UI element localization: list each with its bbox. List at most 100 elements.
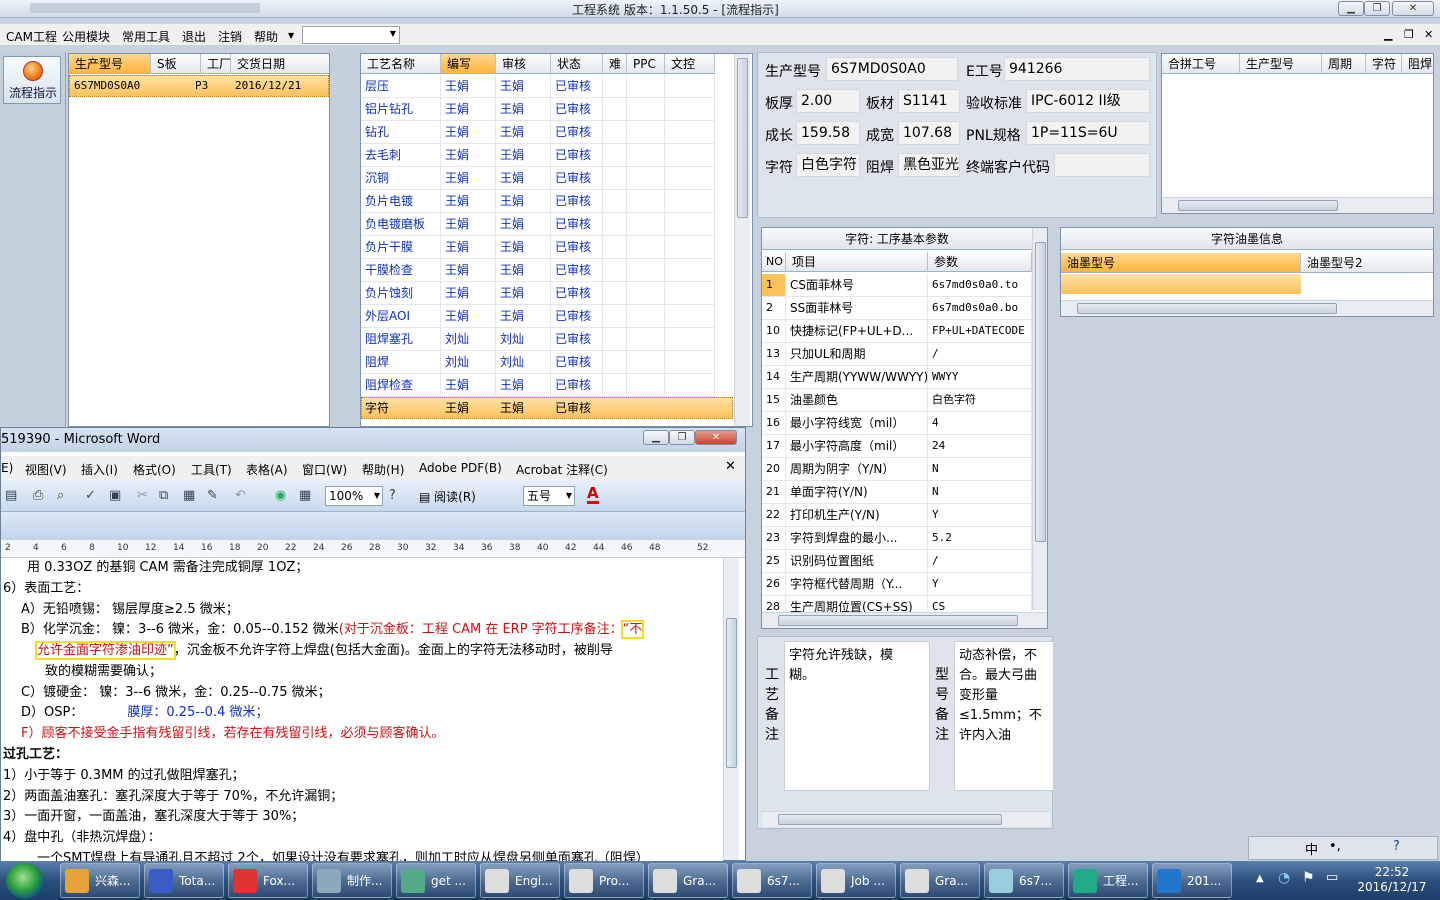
process-remark-text[interactable]: 字符允许残缺，模糊。 xyxy=(784,641,930,791)
process-cell[interactable] xyxy=(603,259,627,282)
col-header-merge-no[interactable]: 合拼工号 xyxy=(1162,54,1240,74)
mask-field[interactable]: 黑色亚光 xyxy=(898,153,960,177)
table-row[interactable] xyxy=(1061,274,1301,294)
process-cell[interactable] xyxy=(665,190,715,213)
col-header-process-1[interactable]: 编写 xyxy=(441,54,496,74)
process-cell[interactable] xyxy=(603,351,627,374)
scrollbar[interactable] xyxy=(1061,300,1433,316)
param-cell[interactable]: 6s7md0s0a0.to xyxy=(928,274,1032,297)
process-cell[interactable]: 王娟 xyxy=(496,75,551,98)
process-cell[interactable]: 阻焊塞孔 xyxy=(361,328,441,351)
process-cell[interactable]: 王娟 xyxy=(496,259,551,282)
param-cell[interactable]: 字符到焊盘的最小... xyxy=(786,527,928,550)
process-cell[interactable] xyxy=(627,351,665,374)
process-cell[interactable]: 负片电镀 xyxy=(361,190,441,213)
taskbar-button[interactable]: Pro... xyxy=(564,863,644,898)
menu-logout[interactable]: 注销 xyxy=(218,28,242,45)
model-field[interactable]: 6S7MD0S0A0 xyxy=(826,57,958,81)
param-cell[interactable]: 油墨颜色 xyxy=(786,389,928,412)
process-cell[interactable] xyxy=(627,121,665,144)
process-cell[interactable] xyxy=(627,397,665,420)
format-painter-icon[interactable]: ✎ xyxy=(207,488,218,503)
col-header-item[interactable]: 项目 xyxy=(786,252,928,272)
scrollbar[interactable] xyxy=(1162,197,1433,213)
param-cell[interactable]: Y xyxy=(928,504,1032,527)
param-cell[interactable]: 最小字符高度（mil） xyxy=(786,435,928,458)
tray-arrow-icon[interactable]: ▲ xyxy=(1256,873,1264,884)
toolbar-combo[interactable]: ▼ xyxy=(302,26,400,44)
param-cell[interactable]: 单面字符(Y/N) xyxy=(786,481,928,504)
word-menu-view[interactable]: 视图(V) xyxy=(25,461,67,478)
paste-icon[interactable]: ▦ xyxy=(183,488,195,503)
col-header-param[interactable]: 参数 xyxy=(928,252,1032,272)
preview-icon[interactable]: ⌕ xyxy=(57,488,64,503)
process-cell[interactable]: 王娟 xyxy=(441,305,496,328)
col-header-process-6[interactable]: 文控 xyxy=(665,54,715,74)
process-cell[interactable]: 已审核 xyxy=(551,351,603,374)
taskbar-button[interactable]: 6s7... xyxy=(984,863,1064,898)
process-cell[interactable] xyxy=(603,213,627,236)
col-header-model[interactable]: 生产型号 xyxy=(69,54,151,74)
process-cell[interactable]: 铝片钻孔 xyxy=(361,98,441,121)
process-cell[interactable]: 层压 xyxy=(361,75,441,98)
param-cell[interactable]: 24 xyxy=(928,435,1032,458)
param-cell[interactable]: 识别码位置图纸 xyxy=(786,550,928,573)
mdi-close-icon[interactable]: ✕ xyxy=(1424,28,1433,41)
process-cell[interactable]: 阻焊 xyxy=(361,351,441,374)
document-body[interactable]: 用 0.33OZ 的基铜 CAM 需备注完成铜厚 1OZ； 6）表面工艺： A）… xyxy=(1,558,723,862)
param-cell[interactable]: 只加UL和周期 xyxy=(786,343,928,366)
process-cell[interactable] xyxy=(603,190,627,213)
process-cell[interactable]: 已审核 xyxy=(551,236,603,259)
param-cell[interactable]: N xyxy=(928,458,1032,481)
process-cell[interactable]: 已审核 xyxy=(551,190,603,213)
param-cell[interactable]: 周期为阴字（Y/N） xyxy=(786,458,928,481)
scrollbar[interactable] xyxy=(734,54,750,426)
process-cell[interactable] xyxy=(665,121,715,144)
process-cell[interactable]: 王娟 xyxy=(496,305,551,328)
param-cell[interactable]: CS面菲林号 xyxy=(786,274,928,297)
len-field[interactable]: 159.58 xyxy=(796,121,860,145)
process-cell[interactable]: 已审核 xyxy=(551,305,603,328)
char-field[interactable]: 白色字符 xyxy=(796,153,860,177)
process-cell[interactable] xyxy=(627,282,665,305)
process-cell[interactable]: 王娟 xyxy=(496,374,551,397)
process-cell[interactable] xyxy=(665,236,715,259)
word-minimize-button[interactable]: ▁ xyxy=(643,430,669,445)
splitter[interactable] xyxy=(330,53,360,427)
mat-field[interactable]: S1141 xyxy=(898,89,960,113)
process-cell[interactable] xyxy=(627,213,665,236)
process-cell[interactable]: 刘灿 xyxy=(441,351,496,374)
process-cell[interactable]: 王娟 xyxy=(496,144,551,167)
process-cell[interactable]: 已审核 xyxy=(551,121,603,144)
param-cell[interactable]: 10 xyxy=(762,320,786,343)
taskbar-button[interactable]: 兴森... xyxy=(60,863,140,898)
param-cell[interactable]: 25 xyxy=(762,550,786,573)
param-cell[interactable]: 13 xyxy=(762,343,786,366)
process-cell[interactable] xyxy=(603,236,627,259)
help-icon[interactable]: ? xyxy=(389,488,396,503)
process-cell[interactable]: 王娟 xyxy=(496,190,551,213)
word-menu-adobe-pdf[interactable]: Adobe PDF(B) xyxy=(419,461,502,475)
menu-common-module[interactable]: 公用模块 xyxy=(62,28,110,45)
process-cell[interactable]: 已审核 xyxy=(551,397,603,420)
param-cell[interactable]: FP+UL+DATECODE xyxy=(928,320,1032,343)
process-cell[interactable] xyxy=(665,98,715,121)
clock[interactable]: 22:52 2016/12/17 xyxy=(1348,865,1436,895)
scrollbar[interactable] xyxy=(1032,228,1047,610)
word-maximize-button[interactable]: ❐ xyxy=(669,430,695,445)
param-cell[interactable]: 生产周期(YYWW/WWYY) xyxy=(786,366,928,389)
table-row[interactable]: 6S7MD0S0A0 P3 2016/12/21 xyxy=(69,75,329,97)
hyperlink-icon[interactable]: ◉ xyxy=(275,488,286,503)
taskbar-button[interactable]: 工程... xyxy=(1068,863,1148,898)
punctuation-icon[interactable]: •, xyxy=(1329,839,1341,854)
word-doc-close-icon[interactable]: ✕ xyxy=(725,459,736,474)
param-cell[interactable]: 16 xyxy=(762,412,786,435)
pnl-field[interactable]: 1P=11S=6U xyxy=(1026,121,1150,145)
process-cell[interactable] xyxy=(665,374,715,397)
param-cell[interactable]: 17 xyxy=(762,435,786,458)
taskbar-button[interactable]: Gra... xyxy=(648,863,728,898)
undo-icon[interactable]: ↶ xyxy=(235,488,246,503)
param-cell[interactable]: 2 xyxy=(762,297,786,320)
process-cell[interactable] xyxy=(665,213,715,236)
word-menu-window[interactable]: 窗口(W) xyxy=(302,461,347,478)
